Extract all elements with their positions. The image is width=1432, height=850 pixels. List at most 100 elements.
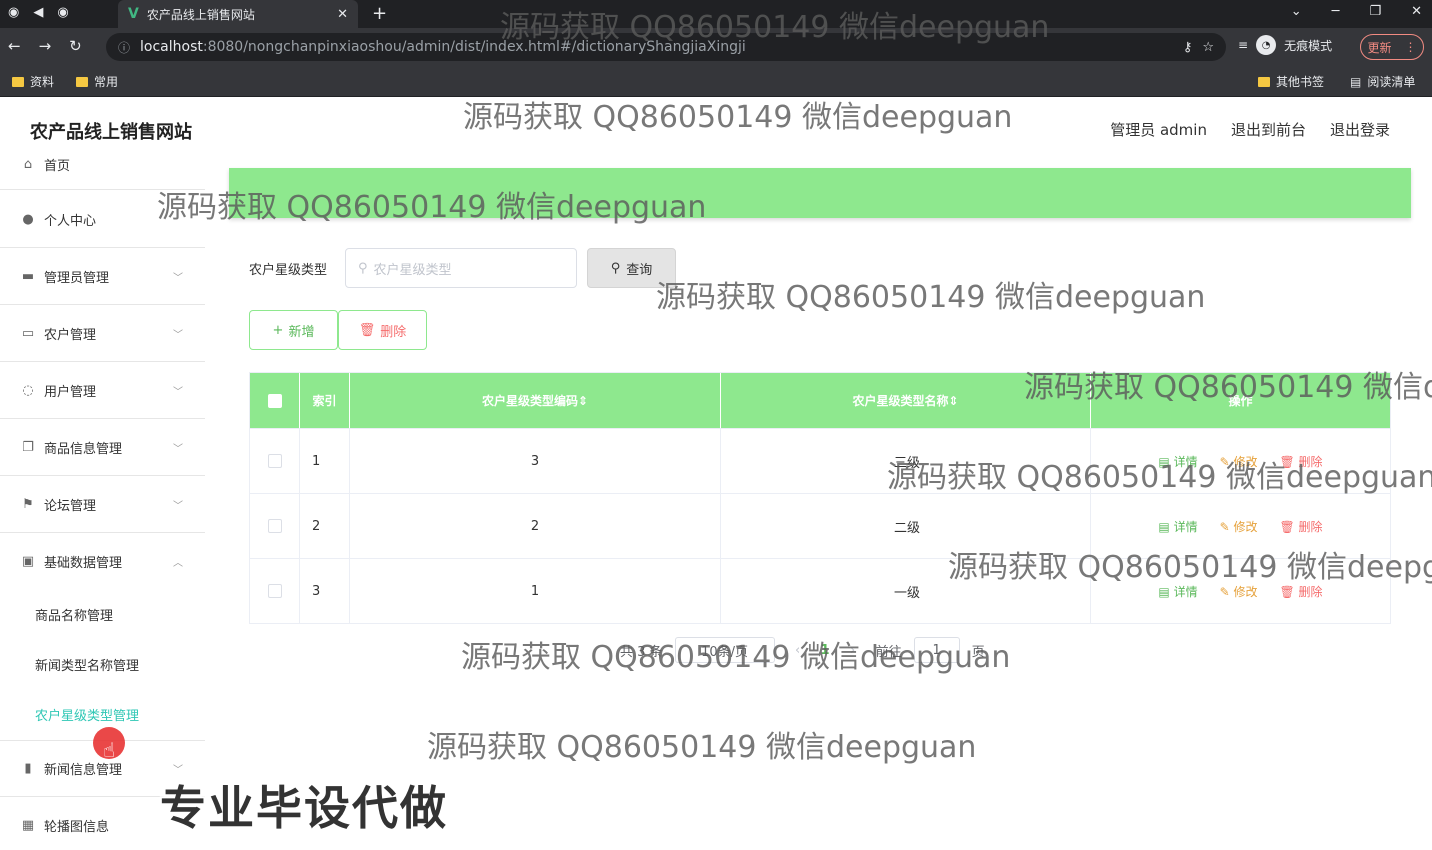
sidebar-item-basic-data[interactable]: ▣ 基础数据管理 ︿ [0, 533, 205, 590]
query-label: 查询 [626, 262, 653, 278]
sidebar-item-products[interactable]: ❐ 商品信息管理 ﹀ [0, 419, 205, 476]
nav-buttons: ← → ↻ [8, 37, 82, 55]
update-label: 更新 [1367, 40, 1392, 55]
chevron-down-icon[interactable]: ⌄ [1291, 4, 1302, 19]
sidebar-sub-farmer-star-types[interactable]: 农户星级类型管理 [35, 705, 139, 724]
bookmark-folder[interactable]: 资料 [12, 73, 54, 90]
speaker-icon[interactable]: ◀ [33, 5, 43, 20]
sidebar-item-users[interactable]: ◌ 用户管理 ﹀ [0, 362, 205, 419]
row-checkbox-cell [250, 559, 300, 623]
header-code[interactable]: 农户星级类型编码 ⇕ [350, 373, 721, 428]
info-icon[interactable]: ⓘ [118, 39, 130, 56]
row-checkbox[interactable] [267, 454, 282, 468]
data-table: 索引 农户星级类型编码 ⇕ 农户星级类型名称 ⇕ 操作 1 3 三级 ▤ 详情 … [249, 372, 1391, 624]
sidebar-item-label: 农户管理 [44, 327, 97, 343]
detail-button[interactable]: ▤ 详情 [1158, 518, 1197, 535]
bookmark-folder[interactable]: 常用 [76, 73, 118, 90]
bookmark-label: 常用 [94, 75, 119, 89]
sidebar-item-farmers[interactable]: ▭ 农户管理 ﹀ [0, 305, 205, 362]
sidebar-item-label: 个人中心 [44, 213, 97, 229]
chevron-down-icon: ﹀ [173, 329, 183, 341]
row-checkbox[interactable] [267, 519, 282, 533]
tab-strip-icons: ◉ ◀ ◉ [8, 5, 69, 20]
browser-tab[interactable]: V 农产品线上销售网站 ✕ [118, 0, 358, 28]
add-label: 新增 [288, 324, 315, 340]
watermark-text: 源码获取 QQ86050149 微信deepguan [500, 10, 1050, 45]
trash-icon: 🗑 [358, 322, 376, 338]
url-host: localhost [140, 39, 203, 55]
reload-icon[interactable]: ↻ [69, 37, 82, 55]
folder-icon [76, 76, 88, 87]
star-icon[interactable]: ☆ [1202, 40, 1214, 55]
globe-icon: ◌ [22, 382, 34, 398]
trash-icon: 🗑 [1279, 584, 1299, 599]
watermark-text: 源码获取 QQ86050149 微信d [1024, 370, 1432, 405]
globe-icon[interactable]: ◉ [8, 5, 19, 20]
chevron-down-icon: ﹀ [173, 272, 183, 284]
edit-button[interactable]: ✎ 修改 [1220, 518, 1258, 535]
exit-to-front-link[interactable]: 退出到前台 [1231, 119, 1306, 140]
sort-icon[interactable]: ⇕ [578, 394, 588, 408]
reading-list[interactable]: ▤ 阅读清单 [1350, 73, 1415, 90]
doc-icon: ▤ [1158, 584, 1174, 599]
delete-label: 删除 [380, 324, 407, 340]
sidebar-sub-product-names[interactable]: 商品名称管理 [35, 605, 113, 624]
bookmark-label: 资料 [30, 75, 55, 89]
sidebar-item-label: 论坛管理 [44, 498, 97, 514]
edit-label: 修改 [1233, 519, 1258, 534]
edit-label: 修改 [1233, 584, 1258, 599]
sidebar-item-admins[interactable]: ▬ 管理员管理 ﹀ [0, 248, 205, 305]
select-all-checkbox[interactable] [267, 393, 282, 408]
more-icon[interactable]: ⋮ [1404, 40, 1416, 54]
chart-icon: ▮ [24, 761, 32, 776]
cell-code: 2 [350, 494, 721, 558]
delete-label: 删除 [1298, 519, 1323, 534]
delete-button[interactable]: 🗑 删除 [1279, 518, 1322, 535]
sidebar-item-forum[interactable]: ⚑ 论坛管理 ﹀ [0, 476, 205, 533]
sidebar-sub-news-types[interactable]: 新闻类型名称管理 [35, 655, 139, 674]
new-tab-icon[interactable]: + [372, 3, 387, 24]
key-icon[interactable]: ⚷ [1183, 40, 1193, 55]
batch-delete-button[interactable]: 🗑 删除 [338, 310, 427, 350]
sort-icon[interactable]: ⇕ [948, 394, 958, 408]
top-nav: 管理员 admin 退出到前台 退出登录 [1110, 119, 1390, 140]
globe-icon[interactable]: ◉ [57, 5, 68, 20]
minimize-icon[interactable]: ─ [1332, 4, 1340, 19]
search-icon: ⚲ [610, 260, 621, 276]
incognito-label: 无痕模式 [1284, 38, 1333, 53]
plus-icon: + [272, 322, 284, 338]
row-checkbox[interactable] [267, 584, 282, 598]
chevron-down-icon: ﹀ [173, 500, 183, 512]
detail-label: 详情 [1173, 519, 1198, 534]
other-bookmarks[interactable]: 其他书签 [1258, 73, 1324, 90]
header-index: 索引 [300, 373, 350, 428]
close-window-icon[interactable]: ✕ [1411, 4, 1422, 19]
restore-icon[interactable]: ❐ [1369, 4, 1381, 19]
vue-logo-icon: V [128, 6, 139, 22]
row-checkbox-cell [250, 494, 300, 558]
forward-icon[interactable]: → [39, 37, 52, 55]
sidebar-item-label: 基础数据管理 [44, 556, 123, 571]
update-button[interactable]: 更新 ⋮ [1360, 34, 1424, 60]
copy-icon: ❐ [22, 439, 34, 455]
search-input[interactable]: ⚲ 农户星级类型 [345, 248, 577, 288]
incognito-indicator[interactable]: ≡ ◔ 无痕模式 [1238, 35, 1332, 55]
chevron-down-icon: ﹀ [173, 386, 183, 398]
media-icon[interactable]: ≡ [1238, 38, 1248, 52]
watermark-text: 源码获取 QQ86050149 微信deepguan [887, 460, 1432, 495]
folder-icon [1258, 76, 1270, 87]
promo-stamp: 专业毕设代做 [160, 781, 448, 835]
back-icon[interactable]: ← [8, 37, 21, 55]
header-code-label: 农户星级类型编码 [481, 394, 578, 408]
search-placeholder: 农户星级类型 [373, 262, 452, 278]
search-label: 农户星级类型 [249, 263, 328, 278]
add-button[interactable]: + 新增 [249, 310, 338, 350]
detail-label: 详情 [1173, 584, 1198, 599]
admin-icon: ▬ [21, 268, 35, 284]
close-icon[interactable]: ✕ [337, 7, 348, 22]
incognito-icon: ◔ [1256, 35, 1277, 55]
logout-link[interactable]: 退出登录 [1330, 119, 1390, 140]
edit-icon: ✎ [1219, 519, 1234, 534]
watermark-text: 源码获取 QQ86050149 微信deepg [948, 550, 1432, 585]
chevron-up-icon: ︿ [173, 558, 183, 569]
